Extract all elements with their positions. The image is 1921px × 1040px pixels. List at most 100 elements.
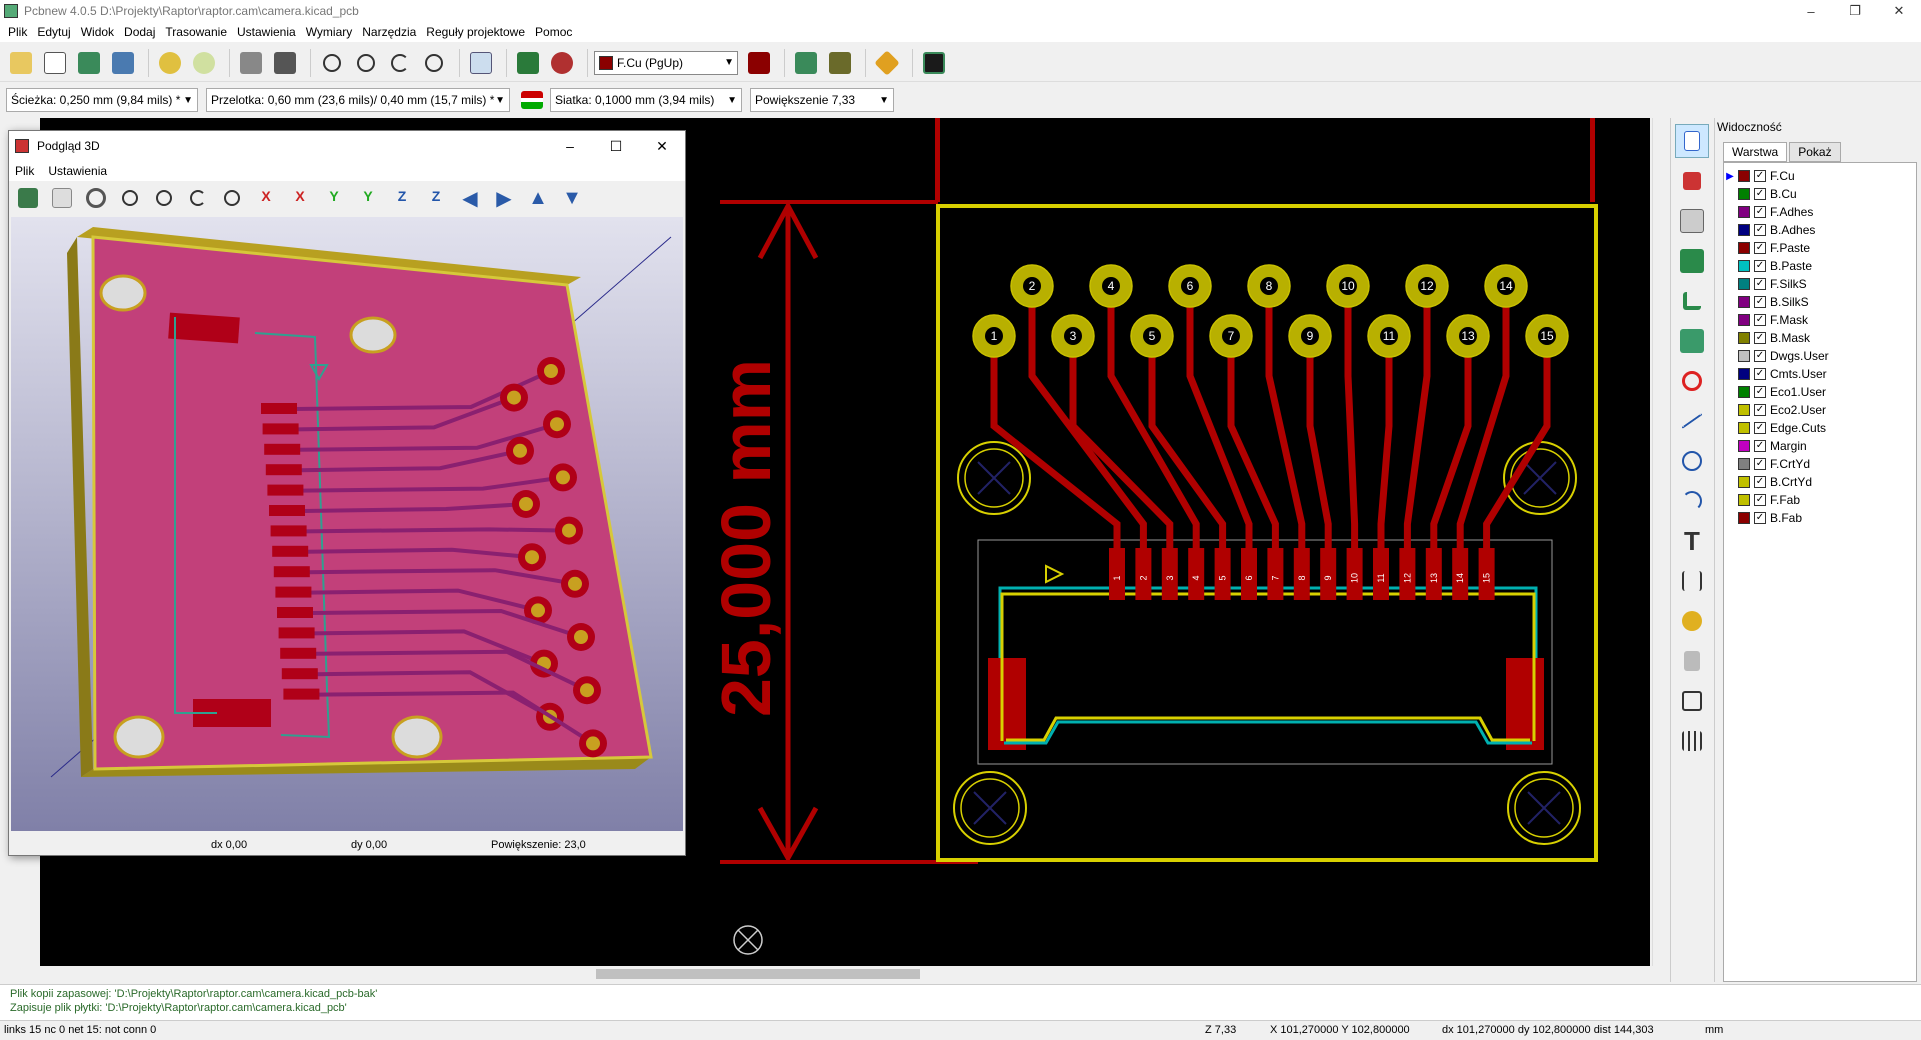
save-button[interactable] [74, 48, 104, 78]
menu-wymiary[interactable]: Wymiary [306, 25, 353, 39]
layer-row-b-silks[interactable]: ✓ B.SilkS [1724, 293, 1916, 311]
viewer-settings-button[interactable] [83, 185, 109, 211]
layer-visible-checkbox[interactable]: ✓ [1754, 404, 1766, 416]
board-3d-render[interactable] [11, 217, 683, 831]
viewer-redraw-button[interactable] [185, 185, 211, 211]
restore-button[interactable]: ❐ [1833, 0, 1877, 22]
redo-button[interactable] [189, 48, 219, 78]
pcb-trace[interactable] [1377, 336, 1393, 568]
menu-widok[interactable]: Widok [81, 25, 114, 39]
layer-color-swatch[interactable] [1738, 494, 1750, 506]
smd-pad[interactable] [1135, 548, 1152, 600]
reload-board-button[interactable] [15, 185, 41, 211]
layer-visible-checkbox[interactable]: ✓ [1754, 206, 1766, 218]
new-board-button[interactable] [6, 48, 36, 78]
zoom-fit-button[interactable] [419, 48, 449, 78]
copy-image-button[interactable] [49, 185, 75, 211]
plot-button[interactable] [270, 48, 300, 78]
layer-visible-checkbox[interactable]: ✓ [1754, 188, 1766, 200]
layer-row-eco2-user[interactable]: ✓ Eco2.User [1724, 401, 1916, 419]
move-left-button[interactable]: ◀ [457, 185, 483, 211]
menu-pomoc[interactable]: Pomoc [535, 25, 572, 39]
rotate-y-cw-button[interactable]: Y [321, 185, 347, 211]
layer-color-swatch[interactable] [1738, 422, 1750, 434]
close-button[interactable]: ✕ [1877, 0, 1921, 22]
move-right-button[interactable]: ▶ [491, 185, 517, 211]
layer-row-margin[interactable]: ✓ Margin [1724, 437, 1916, 455]
layer-row-f-paste[interactable]: ✓ F.Paste [1724, 239, 1916, 257]
layer-row-eco1-user[interactable]: ✓ Eco1.User [1724, 383, 1916, 401]
menu-reguly[interactable]: Reguły projektowe [426, 25, 525, 39]
layer-visible-checkbox[interactable]: ✓ [1754, 458, 1766, 470]
footprint-editor-button[interactable] [791, 48, 821, 78]
layer-row-b-fab[interactable]: ✓ B.Fab [1724, 509, 1916, 527]
layer-visible-checkbox[interactable]: ✓ [1754, 368, 1766, 380]
menu-edytuj[interactable]: Edytuj [37, 25, 70, 39]
layer-color-swatch[interactable] [1738, 278, 1750, 290]
smd-pad[interactable] [1214, 548, 1231, 600]
viewer-zoom-fit-button[interactable] [219, 185, 245, 211]
layer-row-f-mask[interactable]: ✓ F.Mask [1724, 311, 1916, 329]
pcb-trace[interactable] [1344, 286, 1359, 568]
smd-pad[interactable] [1241, 548, 1257, 600]
menu-plik[interactable]: Plik [8, 25, 27, 39]
layer-row-b-paste[interactable]: ✓ B.Paste [1724, 257, 1916, 275]
layer-color-swatch[interactable] [1738, 386, 1750, 398]
layer-color-swatch[interactable] [1738, 296, 1750, 308]
layer-row-cmts-user[interactable]: ✓ Cmts.User [1724, 365, 1916, 383]
viewer-maximize-button[interactable]: ☐ [593, 131, 639, 161]
layer-row-f-crtyd[interactable]: ✓ F.CrtYd [1724, 455, 1916, 473]
add-footprint-button[interactable] [1675, 244, 1709, 278]
layer-visible-checkbox[interactable]: ✓ [1754, 296, 1766, 308]
rotate-z-ccw-button[interactable]: Z [423, 185, 449, 211]
layer-row-b-cu[interactable]: ✓ B.Cu [1724, 185, 1916, 203]
layer-color-swatch[interactable] [1738, 368, 1750, 380]
layer-row-b-crtyd[interactable]: ✓ B.CrtYd [1724, 473, 1916, 491]
menu-dodaj[interactable]: Dodaj [124, 25, 155, 39]
move-down-button[interactable]: ▼ [559, 185, 585, 211]
layer-visible-checkbox[interactable]: ✓ [1754, 350, 1766, 362]
delete-tool-button[interactable] [1675, 644, 1709, 678]
layer-visible-checkbox[interactable]: ✓ [1754, 242, 1766, 254]
layer-color-swatch[interactable] [1738, 242, 1750, 254]
netlist-button[interactable] [513, 48, 543, 78]
layer-visible-checkbox[interactable]: ✓ [1754, 224, 1766, 236]
pcb-trace[interactable] [1483, 336, 1551, 568]
viewer-3d-window[interactable]: Podgląd 3D – ☐ ✕ Plik Ustawienia X X Y Y… [8, 130, 686, 856]
layer-color-swatch[interactable] [1738, 260, 1750, 272]
viewer-zoom-out-button[interactable] [151, 185, 177, 211]
viewer-menu-ustawienia[interactable]: Ustawienia [48, 164, 107, 178]
auto-track-width-button[interactable] [518, 86, 546, 114]
layer-visible-checkbox[interactable]: ✓ [1754, 440, 1766, 452]
page-settings-button[interactable] [40, 48, 70, 78]
via-size-select[interactable]: Przelotka: 0,60 mm (23,6 mils)/ 0,40 mm … [206, 88, 510, 112]
active-layer-select[interactable]: F.Cu (PgUp) ▼ [594, 50, 738, 75]
redraw-button[interactable] [385, 48, 415, 78]
pcb-trace[interactable] [1306, 336, 1332, 568]
layer-row-f-fab[interactable]: ✓ F.Fab [1724, 491, 1916, 509]
add-arc-button[interactable] [1675, 484, 1709, 518]
pcb-trace[interactable] [1403, 286, 1431, 568]
load-button[interactable] [108, 48, 138, 78]
layer-row-f-adhes[interactable]: ✓ F.Adhes [1724, 203, 1916, 221]
add-circle-button[interactable] [1675, 444, 1709, 478]
scroll-thumb[interactable] [596, 969, 920, 979]
tab-layers[interactable]: Warstwa [1723, 142, 1788, 162]
print-button[interactable] [236, 48, 266, 78]
menu-trasowanie[interactable]: Trasowanie [165, 25, 227, 39]
layer-color-swatch[interactable] [1738, 170, 1750, 182]
smd-pad[interactable] [1188, 548, 1205, 600]
rotate-y-ccw-button[interactable]: Y [355, 185, 381, 211]
layer-row-b-adhes[interactable]: ✓ B.Adhes [1724, 221, 1916, 239]
set-drill-origin-button[interactable] [1675, 684, 1709, 718]
smd-pad[interactable] [1267, 548, 1284, 600]
layer-color-swatch[interactable] [1738, 440, 1750, 452]
drc-button[interactable] [547, 48, 577, 78]
set-grid-origin-button[interactable] [1675, 724, 1709, 758]
track-width-select[interactable]: Ścieżka: 0,250 mm (9,84 mils) * ▼ [6, 88, 198, 112]
highlight-net-button[interactable] [1675, 164, 1709, 198]
layer-visible-checkbox[interactable]: ✓ [1754, 386, 1766, 398]
scripting-console-button[interactable] [919, 48, 949, 78]
layer-color-swatch[interactable] [1738, 512, 1750, 524]
layer-visible-checkbox[interactable]: ✓ [1754, 332, 1766, 344]
